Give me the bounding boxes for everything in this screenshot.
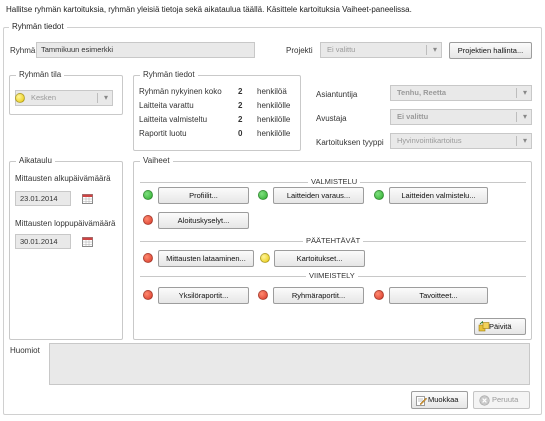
stat-count: 0 (238, 129, 243, 138)
calendar-icon[interactable] (82, 194, 93, 204)
assistant-select[interactable]: Ei valittu ▾ (390, 109, 532, 125)
status-green-icon (258, 190, 268, 200)
expert-label: Asiantuntija (316, 90, 358, 99)
start-surveys-button[interactable]: Aloituskyselyt... (158, 212, 249, 229)
chevron-down-icon: ▾ (432, 45, 437, 54)
survey-type-select[interactable]: Hyvinvointikartoitus ▾ (390, 133, 532, 149)
status-green-icon (374, 190, 384, 200)
notes-label: Huomiot (10, 346, 40, 355)
stat-count: 2 (238, 87, 243, 96)
stat-unit: henkilöä (257, 87, 287, 96)
calendar-icon[interactable] (82, 237, 93, 247)
select-separator (516, 88, 517, 98)
assistant-label: Avustaja (316, 114, 347, 123)
group-reports-button[interactable]: Ryhmäraportit... (273, 287, 364, 304)
survey-type-label: Kartoituksen tyyppi (316, 138, 384, 147)
status-red-icon (143, 215, 153, 225)
stat-unit: henkilölle (257, 115, 291, 124)
cancel-icon (479, 395, 490, 406)
status-red-icon (143, 253, 153, 263)
status-value: Kesken (31, 93, 57, 102)
refresh-button[interactable]: Päivitä (474, 318, 526, 335)
edit-button[interactable]: Muokkaa (411, 391, 468, 409)
schedule-panel: Aikataulu (9, 156, 123, 340)
edit-label: Muokkaa (428, 395, 459, 404)
project-select-value: Ei valittu (327, 45, 356, 54)
manage-projects-button[interactable]: Projektien hallinta... (449, 42, 532, 59)
group-label: Ryhmä (10, 46, 36, 55)
assistant-value: Ei valittu (397, 112, 429, 121)
status-red-icon (258, 290, 268, 300)
phases-title: Vaiheet (140, 156, 173, 165)
project-label: Projekti (286, 46, 313, 55)
end-date-field[interactable]: 30.01.2014 (15, 234, 71, 249)
cancel-label: Peruuta (492, 395, 519, 404)
edit-icon (416, 396, 427, 406)
stat-label: Raportit luotu (139, 129, 187, 138)
end-date-label: Mittausten loppupäivämäärä (15, 219, 116, 228)
status-title: Ryhmän tila (16, 70, 65, 79)
stat-label: Ryhmän nykyinen koko (139, 87, 222, 96)
expert-select[interactable]: Tenhu, Reetta ▾ (390, 85, 532, 101)
group-info-title: Ryhmän tiedot (9, 22, 67, 31)
notes-field[interactable] (49, 343, 530, 385)
chevron-down-icon: ▾ (522, 112, 527, 121)
chevron-down-icon: ▾ (522, 136, 527, 145)
stat-count: 2 (238, 101, 243, 110)
profiles-button[interactable]: Profiilit... (158, 187, 249, 204)
chevron-down-icon: ▾ (522, 88, 527, 97)
status-red-icon (374, 290, 384, 300)
device-prep-button[interactable]: Laitteiden valmistelu... (389, 187, 488, 204)
stat-count: 2 (238, 115, 243, 124)
stat-label: Laitteita varattu (139, 101, 194, 110)
surveys-button[interactable]: Kartoitukset... (274, 250, 365, 267)
select-separator (516, 136, 517, 146)
expert-value: Tenhu, Reetta (397, 88, 447, 97)
refresh-icon (478, 321, 490, 332)
section-main-tasks: PÄÄTEHTÄVÄT (303, 236, 364, 245)
status-red-icon (143, 290, 153, 300)
section-finishing: VIIMEISTELY (306, 271, 358, 280)
start-date-field[interactable]: 23.01.2014 (15, 191, 71, 206)
status-select[interactable]: Kesken ▾ (15, 90, 113, 106)
goals-button[interactable]: Tavoitteet... (389, 287, 488, 304)
status-dot-icon (15, 93, 25, 103)
project-select[interactable]: Ei valittu ▾ (320, 42, 442, 58)
survey-type-value: Hyvinvointikartoitus (397, 136, 462, 145)
intro-text: Hallitse ryhmän kartoituksia, ryhmän yle… (6, 5, 412, 14)
device-booking-button[interactable]: Laitteiden varaus... (273, 187, 364, 204)
chevron-down-icon: ▾ (103, 93, 108, 102)
individual-reports-button[interactable]: Yksilöraportit... (158, 287, 249, 304)
stat-unit: henkilölle (257, 129, 291, 138)
select-separator (97, 93, 98, 103)
select-separator (426, 45, 427, 55)
status-green-icon (143, 190, 153, 200)
start-date-label: Mittausten alkupäivämäärä (15, 174, 111, 183)
group-name-field[interactable]: Tammikuun esimerkki (36, 42, 255, 58)
status-yellow-icon (260, 253, 270, 263)
stat-unit: henkilölle (257, 101, 291, 110)
select-separator (516, 112, 517, 122)
stats-title: Ryhmän tiedot (140, 70, 198, 79)
refresh-label: Päivitä (489, 322, 512, 331)
schedule-title: Aikataulu (16, 156, 55, 165)
upload-measurements-button[interactable]: Mittausten lataaminen... (158, 250, 254, 267)
section-preparation: VALMISTELU (308, 177, 361, 186)
cancel-button[interactable]: Peruuta (473, 391, 530, 409)
stat-label: Laitteita valmisteltu (139, 115, 208, 124)
